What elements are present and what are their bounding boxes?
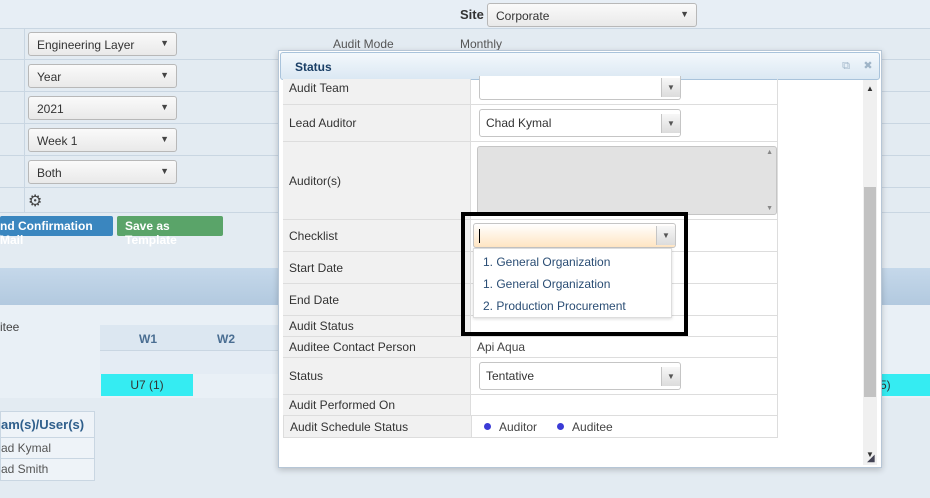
form-row-audit-team: Audit Team ▼ — [283, 76, 778, 105]
field-label: Audit Team — [283, 79, 471, 104]
divider — [24, 29, 25, 213]
both-select[interactable]: Both ▼ — [28, 160, 177, 184]
status-select[interactable]: Tentative ▼ — [479, 362, 681, 390]
send-confirmation-mail-button[interactable]: nd Confirmation Mail — [0, 216, 113, 247]
dialog-scrollbar[interactable]: ▲ ▼ — [863, 80, 877, 465]
grid-row — [100, 351, 282, 374]
panel-user[interactable]: ad Smith — [1, 459, 94, 480]
field-label: Audit Schedule Status — [284, 416, 472, 437]
scrollbar-thumb[interactable] — [864, 187, 876, 397]
popout-icon[interactable]: ⧉ — [839, 59, 853, 73]
legend-auditee: Auditee — [572, 419, 613, 434]
audit-team-select[interactable]: ▼ — [479, 76, 681, 100]
audit-mode-value: Monthly — [460, 37, 503, 51]
form-row-auditors: Auditor(s) ▲ ▼ — [283, 142, 778, 220]
save-as-template-button[interactable]: Save as Template — [117, 216, 223, 247]
audit-mode-label: Audit Mode — [333, 37, 394, 51]
chevron-down-icon: ▼ — [160, 134, 169, 144]
dialog-title: Status — [295, 60, 332, 74]
auditee-contact-value: Api Aqua — [477, 340, 526, 354]
site-select[interactable]: Corporate ▼ — [487, 3, 697, 27]
field-label: Lead Auditor — [283, 105, 471, 141]
form-row-schedule-status: Audit Schedule Status Auditor Auditee — [283, 416, 778, 438]
chevron-down-icon: ▼ — [160, 102, 169, 112]
panel-title: am(s)/User(s) — [1, 412, 94, 438]
checklist-option[interactable]: 1. General Organization — [483, 277, 610, 291]
checklist-option[interactable]: 2. Production Procurement — [483, 299, 626, 313]
field-label: Checklist — [283, 220, 471, 251]
form-row-status: Status Tentative ▼ — [283, 358, 778, 395]
legend-auditor: Auditor — [499, 419, 538, 434]
checklist-input[interactable]: ▼ — [473, 223, 676, 248]
chevron-down-icon: ▼ — [661, 114, 680, 133]
schedule-cell[interactable]: U7 (1) — [101, 374, 193, 396]
grid-header-auditee: itee — [0, 320, 20, 334]
chevron-down-icon: ▼ — [160, 38, 169, 48]
checklist-option[interactable]: 1. General Organization — [483, 255, 610, 269]
field-label: Audit Status — [283, 316, 471, 336]
field-label: Status — [283, 358, 471, 394]
form-row-auditee-contact: Auditee Contact Person Api Aqua — [283, 337, 778, 358]
panel-user[interactable]: ad Kymal — [1, 438, 94, 459]
chevron-down-icon: ▼ — [661, 78, 680, 97]
field-label: Auditee Contact Person — [283, 337, 471, 357]
form-row-lead-auditor: Lead Auditor Chad Kymal ▼ — [283, 105, 778, 142]
team-users-panel: am(s)/User(s) ad Kymal ad Smith — [0, 411, 95, 481]
gear-icon[interactable]: ⚙ — [28, 191, 42, 211]
scroll-down-icon[interactable]: ▼ — [766, 205, 773, 212]
week-select[interactable]: Week 1 ▼ — [28, 128, 177, 152]
field-label: Audit Performed On — [283, 395, 471, 415]
chevron-down-icon: ▼ — [160, 166, 169, 176]
scroll-up-icon[interactable]: ▲ — [866, 84, 874, 93]
field-label: Start Date — [283, 252, 471, 283]
site-label: Site — [460, 7, 484, 22]
field-label: End Date — [283, 284, 471, 315]
text-caret — [479, 229, 480, 243]
divider — [777, 79, 778, 438]
lead-auditor-select[interactable]: Chad Kymal ▼ — [479, 109, 681, 137]
chevron-down-icon: ▼ — [160, 70, 169, 80]
year-select[interactable]: 2021 ▼ — [28, 96, 177, 120]
close-icon[interactable]: ✖ — [861, 59, 875, 73]
layer-select[interactable]: Engineering Layer ▼ — [28, 32, 177, 56]
auditors-listbox[interactable]: ▲ ▼ — [477, 146, 777, 215]
col-w1: W1 — [139, 332, 157, 346]
checklist-dropdown: 1. General Organization 1. General Organ… — [473, 248, 672, 318]
auditee-dot-icon — [557, 423, 565, 430]
scroll-up-icon[interactable]: ▲ — [766, 149, 773, 156]
auditor-dot-icon — [484, 423, 491, 430]
chevron-down-icon: ▼ — [661, 367, 680, 386]
chevron-down-icon[interactable]: ▼ — [656, 226, 675, 245]
schedule-status-legend: Auditor Auditee — [484, 416, 613, 437]
period-select[interactable]: Year ▼ — [28, 64, 177, 88]
field-label: Auditor(s) — [283, 142, 471, 219]
form-row-audit-performed-on: Audit Performed On — [283, 395, 778, 416]
col-w2: W2 — [217, 332, 235, 346]
grid-week-header — [100, 325, 282, 351]
resize-handle-icon[interactable]: ◢ — [867, 453, 875, 464]
chevron-down-icon: ▼ — [680, 9, 689, 19]
